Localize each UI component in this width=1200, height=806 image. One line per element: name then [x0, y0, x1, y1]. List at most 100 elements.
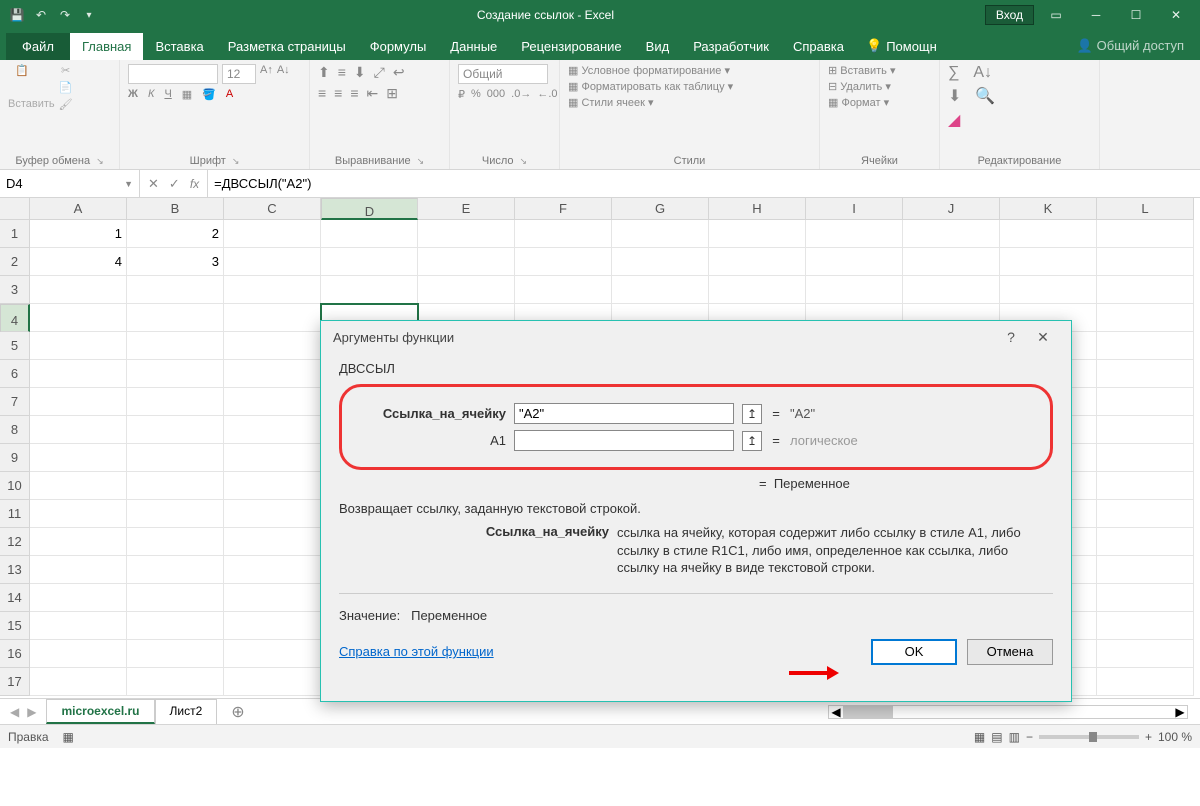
maximize-icon[interactable]: ☐: [1118, 1, 1154, 29]
name-box[interactable]: ▼: [0, 170, 140, 197]
tab-help[interactable]: Справка: [781, 33, 856, 60]
column-header[interactable]: K: [1000, 198, 1097, 220]
cell[interactable]: [127, 416, 224, 444]
cell[interactable]: [1097, 304, 1194, 332]
fill-color-icon[interactable]: 🪣: [202, 88, 216, 101]
cell[interactable]: [806, 248, 903, 276]
align-left-icon[interactable]: ≡: [318, 85, 326, 102]
launcher-icon[interactable]: ↘: [417, 156, 425, 167]
minimize-icon[interactable]: ─: [1078, 1, 1114, 29]
ok-button[interactable]: OK: [871, 639, 957, 665]
cell[interactable]: [30, 584, 127, 612]
cell[interactable]: [127, 472, 224, 500]
row-header[interactable]: 1: [0, 220, 30, 248]
row-header[interactable]: 6: [0, 360, 30, 388]
cell[interactable]: [30, 332, 127, 360]
cell[interactable]: [127, 640, 224, 668]
cell[interactable]: [30, 388, 127, 416]
cell[interactable]: [1097, 388, 1194, 416]
cell[interactable]: [30, 416, 127, 444]
cell[interactable]: [30, 276, 127, 304]
cell[interactable]: [321, 248, 418, 276]
cell[interactable]: [1097, 220, 1194, 248]
cell[interactable]: [127, 556, 224, 584]
new-sheet-button[interactable]: ⊕: [217, 698, 258, 726]
cell[interactable]: [418, 220, 515, 248]
cell[interactable]: [1097, 640, 1194, 668]
row-header[interactable]: 5: [0, 332, 30, 360]
row-header[interactable]: 9: [0, 444, 30, 472]
cell[interactable]: [1000, 220, 1097, 248]
font-color-icon[interactable]: A: [226, 88, 233, 101]
launcher-icon[interactable]: ↘: [520, 156, 528, 167]
cell[interactable]: [1097, 612, 1194, 640]
cell[interactable]: [1000, 276, 1097, 304]
cell[interactable]: [224, 472, 321, 500]
cell[interactable]: [418, 276, 515, 304]
cell[interactable]: [224, 444, 321, 472]
column-header[interactable]: F: [515, 198, 612, 220]
cell[interactable]: [224, 416, 321, 444]
font-selector[interactable]: [128, 64, 218, 84]
cell[interactable]: [1097, 472, 1194, 500]
cell[interactable]: [224, 640, 321, 668]
delete-cells-button[interactable]: ⊟ Удалить ▾: [828, 80, 891, 93]
column-header[interactable]: B: [127, 198, 224, 220]
align-middle-icon[interactable]: ≡: [338, 64, 346, 81]
cell[interactable]: [224, 360, 321, 388]
fx-icon[interactable]: fx: [190, 177, 199, 191]
tab-formulas[interactable]: Формулы: [358, 33, 439, 60]
tab-data[interactable]: Данные: [438, 33, 509, 60]
range-picker-icon[interactable]: ↥: [742, 404, 762, 424]
qat-dropdown-icon[interactable]: ▾: [80, 6, 98, 24]
cell[interactable]: [1097, 556, 1194, 584]
cell[interactable]: [127, 500, 224, 528]
cell[interactable]: [515, 248, 612, 276]
horizontal-scrollbar[interactable]: ◀ ▶: [828, 705, 1188, 719]
sheet-prev-icon[interactable]: ◀: [10, 705, 19, 719]
increase-decimal-icon[interactable]: .0→: [511, 88, 531, 101]
argument-input[interactable]: [514, 430, 734, 451]
row-header[interactable]: 11: [0, 500, 30, 528]
insert-cells-button[interactable]: ⊞ Вставить ▾: [828, 64, 896, 77]
row-header[interactable]: 10: [0, 472, 30, 500]
view-normal-icon[interactable]: ▦: [974, 730, 985, 744]
format-as-table-button[interactable]: ▦ Форматировать как таблицу ▾: [568, 80, 733, 93]
row-header[interactable]: 2: [0, 248, 30, 276]
formula-input[interactable]: =ДВССЫЛ("A2"): [208, 170, 1200, 197]
name-box-input[interactable]: [6, 176, 124, 191]
tab-review[interactable]: Рецензирование: [509, 33, 633, 60]
conditional-formatting-button[interactable]: ▦ Условное форматирование ▾: [568, 64, 730, 77]
cell[interactable]: 4: [30, 248, 127, 276]
cell[interactable]: [127, 388, 224, 416]
tab-file[interactable]: Файл: [6, 33, 70, 60]
wrap-text-icon[interactable]: ↩: [393, 64, 405, 81]
bold-icon[interactable]: Ж: [128, 88, 138, 101]
cell[interactable]: [224, 388, 321, 416]
align-top-icon[interactable]: ⬆: [318, 64, 330, 81]
zoom-in-icon[interactable]: +: [1145, 730, 1152, 744]
row-header[interactable]: 4: [0, 304, 30, 332]
cell[interactable]: [224, 584, 321, 612]
cell[interactable]: [127, 332, 224, 360]
close-icon[interactable]: ✕: [1158, 1, 1194, 29]
sheet-tab[interactable]: Лист2: [155, 699, 218, 724]
cell[interactable]: [224, 528, 321, 556]
shrink-font-icon[interactable]: A↓: [277, 64, 290, 84]
redo-icon[interactable]: ↷: [56, 6, 74, 24]
launcher-icon[interactable]: ↘: [96, 156, 104, 167]
number-format-selector[interactable]: Общий: [458, 64, 548, 84]
cell[interactable]: [127, 360, 224, 388]
cell[interactable]: [612, 248, 709, 276]
cell[interactable]: 1: [30, 220, 127, 248]
cell[interactable]: [224, 332, 321, 360]
orientation-icon[interactable]: ⤢: [374, 64, 385, 81]
border-icon[interactable]: ▦: [182, 88, 192, 101]
cell[interactable]: [224, 612, 321, 640]
align-right-icon[interactable]: ≡: [350, 85, 358, 102]
cell[interactable]: 3: [127, 248, 224, 276]
save-icon[interactable]: 💾: [8, 6, 26, 24]
name-box-dropdown-icon[interactable]: ▼: [124, 179, 133, 189]
cell[interactable]: [515, 220, 612, 248]
cell[interactable]: [127, 584, 224, 612]
